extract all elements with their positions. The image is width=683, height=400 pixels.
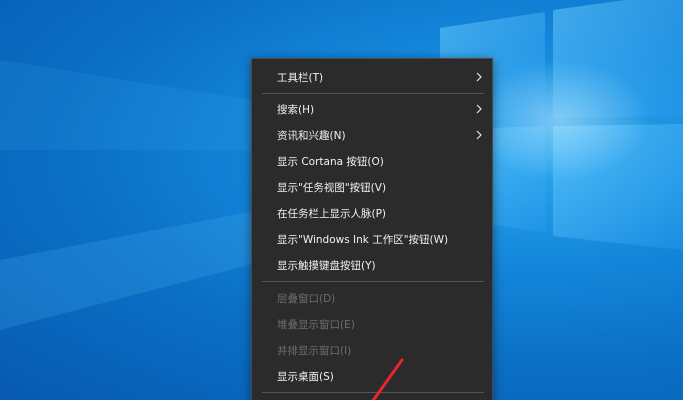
menu-item-stack-windows: 堆叠显示窗口(E): [252, 312, 492, 336]
desktop[interactable]: 工具栏(T) 搜索(H) 资讯和兴趣(N) 显示 Cortana 按钮(O) 显…: [0, 0, 683, 400]
menu-item-label: 显示 Cortana 按钮(O): [277, 155, 384, 168]
menu-item-show-cortana-button[interactable]: 显示 Cortana 按钮(O): [252, 149, 492, 173]
menu-item-label: 显示"任务视图"按钮(V): [277, 181, 387, 194]
menu-item-toolbars[interactable]: 工具栏(T): [252, 65, 492, 89]
menu-item-label: 在任务栏上显示人脉(P): [277, 207, 387, 220]
menu-item-show-touch-keyboard-button[interactable]: 显示触摸键盘按钮(Y): [252, 253, 492, 277]
chevron-right-icon: [476, 104, 482, 114]
menu-item-news-and-interests[interactable]: 资讯和兴趣(N): [252, 123, 492, 147]
menu-item-label: 显示桌面(S): [277, 370, 334, 383]
menu-item-label: 显示触摸键盘按钮(Y): [277, 259, 376, 272]
menu-item-search[interactable]: 搜索(H): [252, 97, 492, 121]
menu-item-label: 工具栏(T): [277, 71, 324, 84]
menu-item-show-desktop[interactable]: 显示桌面(S): [252, 364, 492, 388]
menu-item-label: 并排显示窗口(I): [277, 344, 352, 357]
menu-separator: [262, 281, 484, 282]
menu-separator: [262, 392, 484, 393]
chevron-right-icon: [476, 130, 482, 140]
menu-item-label: 资讯和兴趣(N): [277, 129, 346, 142]
menu-item-label: 搜索(H): [277, 103, 315, 116]
menu-item-show-task-view-button[interactable]: 显示"任务视图"按钮(V): [252, 175, 492, 199]
menu-item-show-people[interactable]: 在任务栏上显示人脉(P): [252, 201, 492, 225]
menu-item-label: 显示"Windows Ink 工作区"按钮(W): [277, 233, 449, 246]
chevron-right-icon: [476, 72, 482, 82]
taskbar-context-menu: 工具栏(T) 搜索(H) 资讯和兴趣(N) 显示 Cortana 按钮(O) 显…: [251, 58, 493, 400]
menu-item-show-windows-ink-button[interactable]: 显示"Windows Ink 工作区"按钮(W): [252, 227, 492, 251]
menu-item-label: 堆叠显示窗口(E): [277, 318, 355, 331]
menu-item-label: 层叠窗口(D): [277, 292, 336, 305]
menu-item-side-by-side-windows: 并排显示窗口(I): [252, 338, 492, 362]
menu-separator: [262, 93, 484, 94]
menu-item-cascade-windows: 层叠窗口(D): [252, 286, 492, 310]
